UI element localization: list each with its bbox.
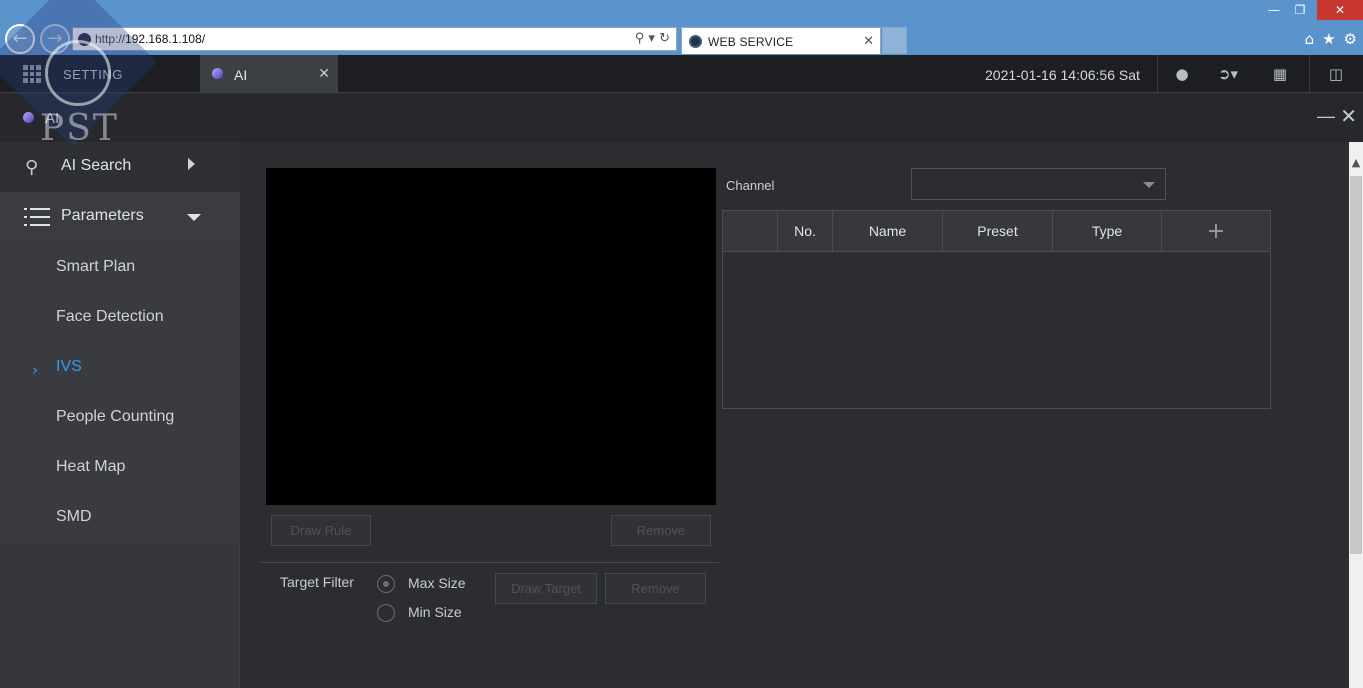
- sidebar-item-people-counting[interactable]: People Counting: [56, 408, 174, 426]
- minimize-window-button[interactable]: —: [1263, 0, 1285, 20]
- ai-search-icon: ⚲: [25, 157, 39, 178]
- max-size-label: Max Size: [408, 575, 466, 591]
- scroll-up-icon[interactable]: ▲: [1349, 156, 1363, 172]
- panel-title: AI: [45, 110, 60, 127]
- min-size-radio[interactable]: [377, 604, 395, 622]
- chevron-down-icon: [1143, 182, 1155, 188]
- close-panel-icon[interactable]: ✕: [1340, 104, 1357, 129]
- column-header-no: No.: [778, 211, 833, 252]
- ai-icon: [212, 68, 223, 79]
- remove-button[interactable]: Remove: [611, 515, 711, 546]
- address-bar[interactable]: http://192.168.1.108/ ⚲ ▾ ↻: [72, 27, 677, 51]
- header-divider: [1309, 55, 1310, 93]
- minimize-panel-icon[interactable]: —: [1317, 106, 1335, 127]
- main-content: Draw Rule Remove Target Filter Max Size …: [241, 142, 1349, 688]
- max-size-radio[interactable]: [377, 575, 395, 593]
- sidebar-item-label: Parameters: [61, 207, 144, 224]
- sidebar: ⚲ AI Search Parameters Smart Plan Face D…: [0, 142, 240, 688]
- min-size-label: Min Size: [408, 604, 462, 620]
- app-header: SETTING AI ✕ 2021-01-16 14:06:56 Sat ● ➲…: [0, 55, 1363, 93]
- column-header-type: Type: [1053, 211, 1162, 252]
- display-icon[interactable]: ◫: [1326, 65, 1346, 83]
- sidebar-item-smart-plan[interactable]: Smart Plan: [56, 258, 135, 276]
- chevron-right-icon: ›: [32, 361, 38, 379]
- browser-tools: ⌂ ★ ⚙: [1297, 30, 1357, 48]
- address-text[interactable]: http://192.168.1.108/: [95, 32, 205, 46]
- sidebar-item-heat-map[interactable]: Heat Map: [56, 458, 125, 476]
- apps-grid-icon[interactable]: [23, 65, 41, 83]
- sidebar-item-ivs[interactable]: IVS: [56, 358, 82, 376]
- user-icon[interactable]: ●: [1172, 65, 1192, 83]
- gear-icon[interactable]: ⚙: [1344, 30, 1357, 48]
- sidebar-item-ai-search[interactable]: ⚲ AI Search: [0, 142, 240, 192]
- channel-label: Channel: [726, 178, 775, 193]
- search-refresh-icons[interactable]: ⚲ ▾ ↻: [635, 31, 670, 46]
- remove-target-button[interactable]: Remove: [605, 573, 706, 604]
- setting-label[interactable]: SETTING: [63, 67, 123, 82]
- logout-icon[interactable]: ➲▾: [1214, 65, 1242, 83]
- header-divider: [1157, 55, 1158, 93]
- new-tab-button[interactable]: [882, 27, 907, 54]
- back-button[interactable]: ←: [5, 24, 35, 54]
- favorites-star-icon[interactable]: ★: [1322, 30, 1335, 48]
- sidebar-item-parameters[interactable]: Parameters: [0, 192, 240, 242]
- close-tab-icon[interactable]: ✕: [863, 33, 874, 49]
- datetime: 2021-01-16 14:06:56 Sat: [985, 67, 1140, 83]
- qr-code-icon[interactable]: ▦: [1270, 65, 1290, 83]
- sidebar-item-face-detection[interactable]: Face Detection: [56, 308, 164, 326]
- close-window-button[interactable]: ✕: [1317, 0, 1363, 20]
- chevron-down-icon: [187, 214, 201, 221]
- column-header-name: Name: [833, 211, 943, 252]
- ai-icon: [23, 112, 34, 123]
- sidebar-item-label: AI Search: [61, 157, 132, 174]
- target-filter-label: Target Filter: [280, 574, 354, 590]
- close-tab-icon[interactable]: ✕: [318, 65, 330, 82]
- restore-window-button[interactable]: ❐: [1289, 0, 1311, 20]
- table-header: No. Name Preset Type +: [723, 211, 1270, 252]
- tab-favicon-icon: [689, 35, 702, 48]
- video-preview[interactable]: [266, 168, 716, 505]
- channel-select[interactable]: [911, 168, 1166, 200]
- divider: [261, 562, 719, 563]
- add-rule-button[interactable]: +: [1162, 211, 1270, 252]
- list-icon: [24, 208, 50, 226]
- tab-ai[interactable]: AI ✕: [200, 55, 338, 93]
- draw-target-button[interactable]: Draw Target: [495, 573, 597, 604]
- sidebar-submenu: [0, 242, 240, 544]
- column-header-select[interactable]: [723, 211, 778, 252]
- column-header-preset: Preset: [943, 211, 1053, 252]
- tab-ai-label: AI: [234, 67, 248, 83]
- panel-title-bar: AI — ✕: [0, 94, 1363, 142]
- home-icon[interactable]: ⌂: [1305, 30, 1315, 48]
- browser-tab[interactable]: WEB SERVICE ✕: [681, 27, 881, 54]
- chevron-right-icon: [188, 158, 195, 170]
- browser-tab-label: WEB SERVICE: [708, 35, 794, 49]
- rule-table: No. Name Preset Type +: [722, 210, 1271, 409]
- forward-button[interactable]: →: [40, 24, 70, 54]
- browser-toolbar: ← → http://192.168.1.108/ ⚲ ▾ ↻ WEB SERV…: [0, 0, 1363, 55]
- sidebar-item-smd[interactable]: SMD: [56, 508, 92, 526]
- draw-rule-button[interactable]: Draw Rule: [271, 515, 371, 546]
- scroll-thumb[interactable]: [1350, 176, 1362, 554]
- scrollbar[interactable]: ▲: [1349, 142, 1363, 688]
- site-icon: [78, 33, 91, 46]
